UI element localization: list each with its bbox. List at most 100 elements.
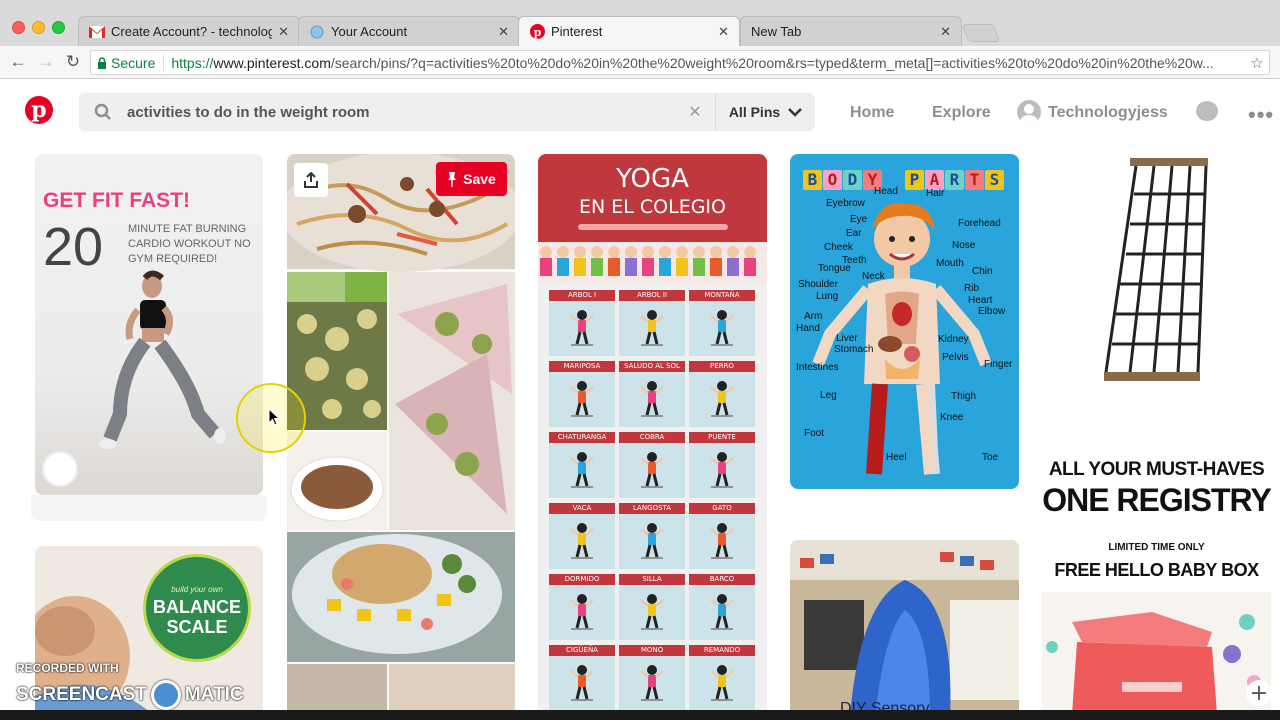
lock-icon — [98, 56, 106, 69]
registry-line-1: ALL YOUR MUST-HAVES — [1048, 459, 1265, 480]
body-part-label: Hair — [926, 188, 945, 199]
yoga-pose-cell: PERRO — [689, 361, 755, 427]
browser-tab-pinterest[interactable]: p Pinterest ✕ — [518, 16, 740, 46]
balance-scale-badge: build your own BALANCE SCALE — [143, 554, 251, 662]
pinterest-logo-icon[interactable]: p — [25, 96, 53, 124]
search-input[interactable]: activities to do in the weight room — [127, 104, 675, 121]
body-part-label: Rib — [964, 283, 980, 294]
yoga-pose-label: MONO — [619, 645, 685, 656]
yoga-figure-icon — [640, 310, 664, 346]
profile-username-link[interactable]: Technologyjess — [1048, 104, 1168, 122]
globe-icon — [309, 24, 325, 40]
yoga-pose-label: PERRO — [689, 361, 755, 372]
woman-lunge-image — [99, 270, 226, 449]
search-icon — [79, 103, 127, 121]
yoga-figure-icon — [710, 594, 734, 630]
body-part-label: Foot — [804, 428, 825, 439]
pin-yoga-chart[interactable]: YOGA EN EL COLEGIO ARBOL I ARBOL II MONTAÑ… — [538, 154, 767, 714]
close-tab-icon[interactable]: ✕ — [498, 24, 509, 40]
body-part-label: Finger — [984, 359, 1013, 370]
body-part-label: Eye — [850, 214, 868, 225]
pin-cargo-net[interactable] — [1042, 154, 1271, 404]
browser-toolbar: ← → ↻ Secure https://www.pinterest.com/s… — [0, 46, 1280, 79]
body-part-label: Nose — [952, 240, 976, 251]
yoga-figure-icon — [710, 452, 734, 488]
yoga-figure-icon — [570, 523, 594, 559]
yoga-pose-label: LANGOSTA — [619, 503, 685, 514]
yoga-figure-icon — [640, 523, 664, 559]
yoga-pose-label: GATO — [689, 503, 755, 514]
back-arrow-icon[interactable]: ← — [7, 51, 29, 73]
registry-line-3: LIMITED TIME ONLY — [1108, 542, 1205, 553]
gift-box-image — [1042, 592, 1271, 714]
yoga-figure-icon — [640, 594, 664, 630]
yoga-figure-icon — [640, 381, 664, 417]
mouse-cursor-icon — [268, 408, 280, 426]
browser-tab-gmail[interactable]: Create Account? - technology ✕ — [78, 16, 300, 46]
yoga-title: YOGA — [616, 164, 689, 194]
tab-title: Pinterest — [551, 24, 603, 39]
secure-indicator[interactable]: Secure — [97, 54, 165, 71]
yoga-figure-icon — [570, 381, 594, 417]
browser-tab-new-tab[interactable]: New Tab ✕ — [740, 16, 962, 46]
pin-body-parts[interactable]: BODYPARTS Head Hair Eyebrow Forehead Eye Ear N… — [790, 154, 1019, 489]
yoga-subtitle: EN EL COLEGIO — [579, 196, 726, 218]
url-path: /search/pins/?q=activities%20to%20do%20i… — [330, 54, 1214, 71]
close-tab-icon[interactable]: ✕ — [718, 24, 729, 40]
body-parts-letter: A — [925, 170, 944, 190]
yoga-pose-cell: DORMIDO — [549, 574, 615, 640]
body-part-label: Toe — [982, 452, 999, 463]
clear-search-icon[interactable]: ✕ — [675, 102, 715, 122]
pin-fitness[interactable]: GET FIT FAST! 20 MINUTE FAT BURNING CARD… — [35, 154, 263, 495]
yoga-pose-cell: LANGOSTA — [619, 503, 685, 569]
yoga-pose-label: CHATURANGA — [549, 432, 615, 443]
brand-logo-icon — [42, 451, 78, 487]
search-bar[interactable]: activities to do in the weight room ✕ Al… — [79, 93, 815, 131]
nav-home-link[interactable]: Home — [850, 104, 894, 122]
nav-explore-link[interactable]: Explore — [932, 104, 991, 122]
yoga-pose-label: MARIPOSA — [549, 361, 615, 372]
new-tab-button[interactable] — [961, 24, 1001, 42]
body-part-label: Thigh — [951, 391, 977, 402]
yoga-pose-cell: VACA — [549, 503, 615, 569]
yoga-header: YOGA EN EL COLEGIO — [538, 154, 767, 284]
pin-filter-dropdown[interactable]: All Pins — [715, 93, 815, 131]
pin-footer — [31, 495, 267, 521]
avatar[interactable] — [1017, 100, 1041, 124]
send-pin-button[interactable] — [294, 163, 328, 197]
pin-registry-ad[interactable]: ALL YOUR MUST-HAVES ONE REGISTRY LIMITED… — [1042, 432, 1271, 714]
more-options-icon[interactable]: ••• — [1248, 102, 1274, 128]
body-parts-letter: D — [843, 170, 862, 190]
reload-icon[interactable]: ↻ — [62, 51, 84, 73]
bookmark-star-icon[interactable]: ☆ — [1245, 54, 1269, 72]
yoga-pose-label: PUENTE — [689, 432, 755, 443]
yoga-pose-cell: ARBOL II — [619, 290, 685, 356]
yoga-pose-cell: BARCO — [689, 574, 755, 640]
body-part-label: Elbow — [978, 306, 1006, 317]
yoga-figure-icon — [710, 523, 734, 559]
close-tab-icon[interactable]: ✕ — [278, 24, 289, 40]
tab-title: New Tab — [751, 24, 802, 39]
body-part-label: Intestines — [796, 362, 839, 373]
pin-food-collage[interactable] — [287, 154, 515, 714]
body-parts-letter: T — [965, 170, 984, 190]
messages-icon[interactable] — [1196, 101, 1218, 121]
yoga-pose-label: SILLA — [619, 574, 685, 585]
address-bar[interactable]: Secure https://www.pinterest.com/search/… — [90, 50, 1270, 75]
body-part-label: Stomach — [834, 344, 874, 355]
close-tab-icon[interactable]: ✕ — [940, 24, 951, 40]
window-close-button[interactable] — [12, 21, 25, 34]
window-zoom-button[interactable] — [52, 21, 65, 34]
svg-text:p: p — [533, 26, 541, 39]
body-part-label: Neck — [862, 271, 885, 282]
save-pin-button[interactable]: Save — [436, 162, 507, 196]
pushpin-icon — [448, 172, 457, 187]
window-minimize-button[interactable] — [32, 21, 45, 34]
browser-tab-your-account[interactable]: Your Account ✕ — [298, 16, 520, 46]
forward-arrow-icon[interactable]: → — [35, 51, 57, 73]
add-pin-plus-icon[interactable]: + — [1246, 680, 1272, 706]
badge-small-text: build your own — [171, 585, 223, 594]
pin-diy-sensory[interactable]: DIY Sensory — [790, 540, 1019, 716]
yoga-pose-label: ARBOL I — [549, 290, 615, 301]
yoga-pose-label: DORMIDO — [549, 574, 615, 585]
